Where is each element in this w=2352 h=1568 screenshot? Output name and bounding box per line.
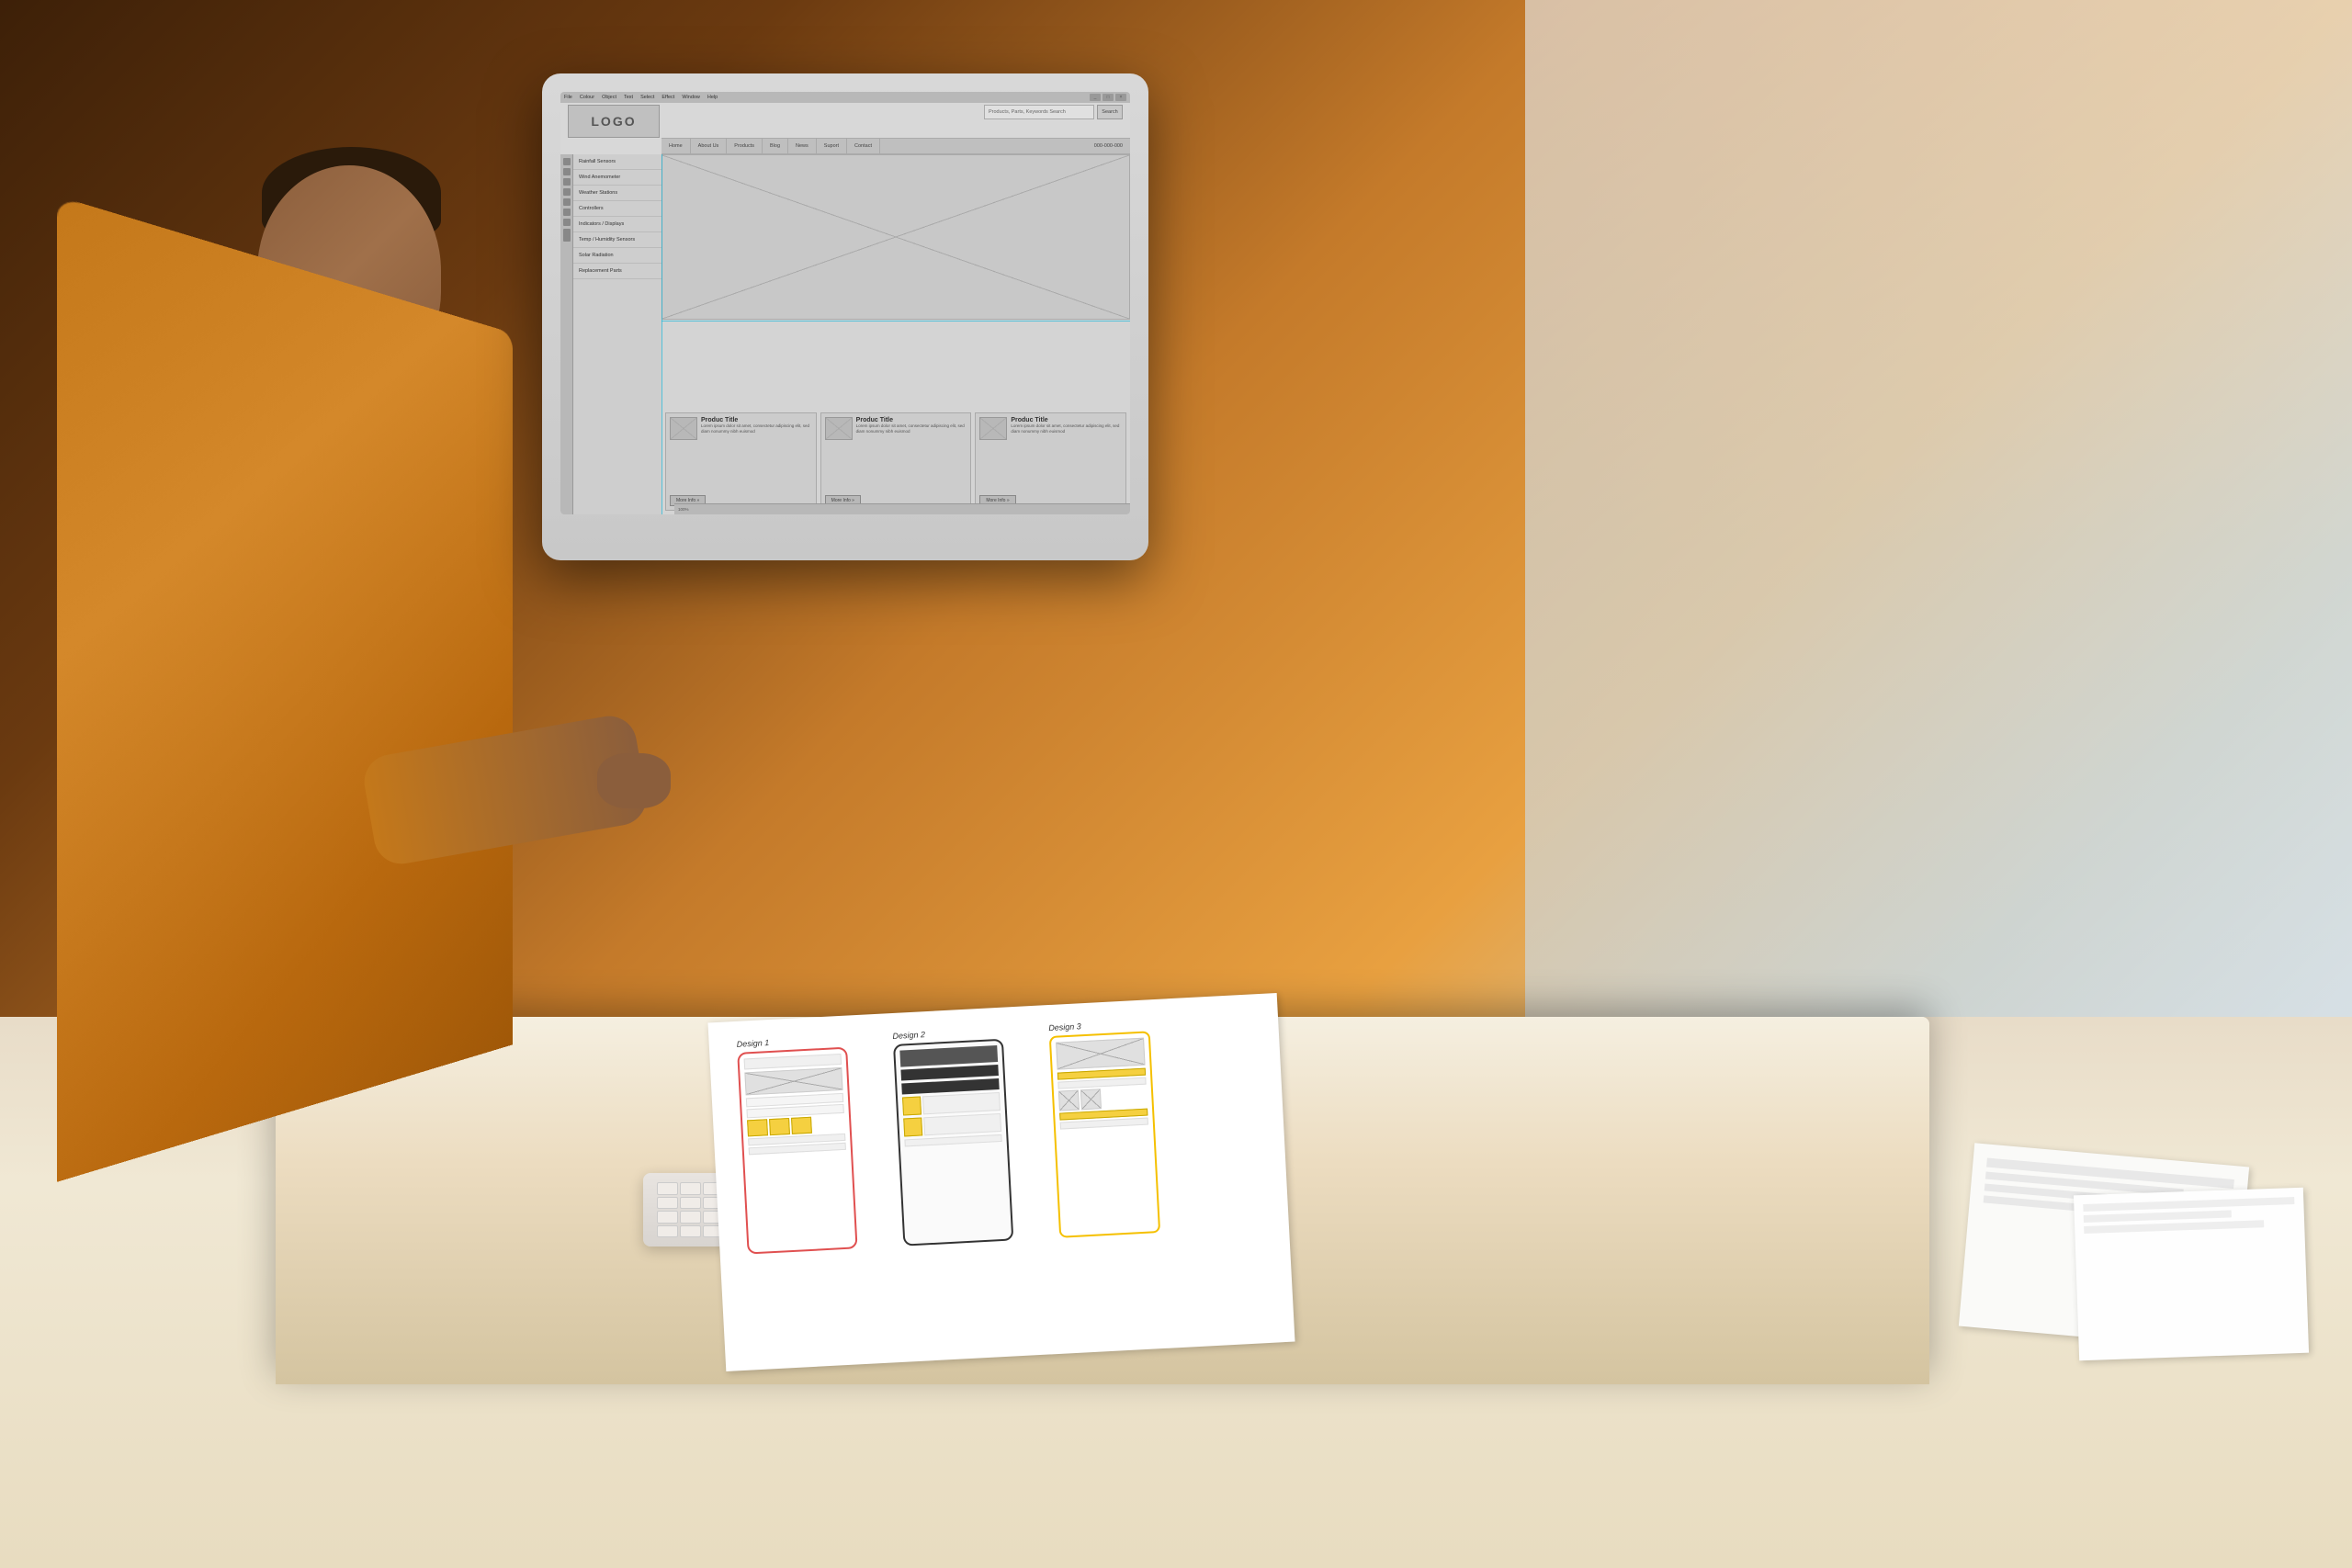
minimize-button[interactable]: _ — [1090, 94, 1101, 101]
maximize-button[interactable]: □ — [1102, 94, 1114, 101]
design-toolbar — [560, 154, 573, 514]
navigation-bar: Home About Us Products Blog News Suport … — [662, 138, 1130, 154]
toolbar-arrow-icon[interactable] — [563, 158, 571, 165]
sketch-3-phone — [1049, 1031, 1160, 1237]
imac-screen: File Colour Object Text Select Effect Wi… — [560, 92, 1130, 514]
sketch-design-3: Design 3 — [1048, 1017, 1188, 1238]
sketch-2-phone — [893, 1039, 1013, 1247]
product-3-image-x — [980, 418, 1006, 439]
person-hand — [597, 753, 671, 808]
menu-item-wind[interactable]: Wind Anemometer — [573, 170, 662, 186]
card-3-top: Produc Title Lorem ipsum dolor sit amet,… — [979, 417, 1122, 440]
person-body — [57, 196, 513, 1182]
card-2-text: Produc Title Lorem ipsum dolor sit amet,… — [856, 417, 967, 434]
product-3-desc: Lorem ipsum dolor sit amet, consectetur … — [1011, 423, 1122, 434]
sketch-design-1: Design 1 — [736, 1032, 894, 1255]
product-card-1: Produc Title Lorem ipsum dolor sit amet,… — [665, 412, 817, 511]
toolbar-text-icon[interactable] — [563, 178, 571, 186]
product-3-image — [979, 417, 1007, 440]
product-2-image-x — [826, 418, 852, 439]
product-1-image-x — [671, 418, 696, 439]
card-1-text: Produc Title Lorem ipsum dolor sit amet,… — [701, 417, 812, 434]
nav-about[interactable]: About Us — [691, 139, 728, 153]
sketch-3-label: Design 3 — [1048, 1017, 1177, 1032]
nav-support[interactable]: Suport — [817, 139, 847, 153]
sketch-1-label: Design 1 — [736, 1032, 883, 1049]
small-paper-2 — [2074, 1188, 2309, 1361]
menu-text[interactable]: Text — [624, 95, 633, 100]
menu-help[interactable]: Help — [707, 95, 718, 100]
sketch-2-label: Design 2 — [892, 1024, 1039, 1041]
screen-content: File Colour Object Text Select Effect Wi… — [560, 92, 1130, 514]
window-controls: _ □ × — [1090, 94, 1126, 101]
menu-item-rainfall[interactable]: Rainfall Sensors — [573, 154, 662, 170]
menu-file[interactable]: File — [564, 95, 572, 100]
website-logo: LOGO — [568, 105, 660, 138]
product-card-3: Produc Title Lorem ipsum dolor sit amet,… — [975, 412, 1126, 511]
sketch-design-2: Design 2 — [892, 1024, 1050, 1247]
product-2-image — [825, 417, 853, 440]
main-content: Produc Title Lorem ipsum dolor sit amet,… — [662, 154, 1130, 514]
nav-blog[interactable]: Blog — [763, 139, 788, 153]
app-menubar: File Colour Object Text Select Effect Wi… — [560, 92, 1130, 103]
product-1-title: Produc Title — [701, 417, 812, 423]
product-1-desc: Lorem ipsum dolor sit amet, consectetur … — [701, 423, 812, 434]
product-card-2: Produc Title Lorem ipsum dolor sit amet,… — [820, 412, 972, 511]
menu-item-indicators[interactable]: Indicators / Displays — [573, 217, 662, 232]
nav-products[interactable]: Products — [727, 139, 763, 153]
product-1-image — [670, 417, 697, 440]
design-sketches-paper: Design 1 Design 2 — [707, 993, 1295, 1371]
product-2-title: Produc Title — [856, 417, 967, 423]
status-text: 100% — [678, 507, 689, 512]
product-2-desc: Lorem ipsum dolor sit amet, consectetur … — [856, 423, 967, 434]
menu-item-solar[interactable]: Solar Radiation — [573, 248, 662, 264]
hero-image-placeholder — [662, 154, 1130, 320]
card-2-top: Produc Title Lorem ipsum dolor sit amet,… — [825, 417, 967, 440]
card-1-top: Produc Title Lorem ipsum dolor sit amet,… — [670, 417, 812, 440]
sketch-1-phone — [737, 1047, 857, 1255]
toolbar-pen-icon[interactable] — [563, 168, 571, 175]
menu-window[interactable]: Window — [682, 95, 700, 100]
menu-colour[interactable]: Colour — [580, 95, 594, 100]
menu-item-replacement[interactable]: Replacement Parts — [573, 264, 662, 279]
status-bar: 100% — [674, 503, 1130, 514]
menu-item-weather-stations[interactable]: Weather Stations — [573, 186, 662, 201]
phone-number: 000-000-000 — [1087, 143, 1130, 149]
close-button[interactable]: × — [1115, 94, 1126, 101]
toolbar-color-swatch[interactable] — [563, 229, 571, 242]
nav-home[interactable]: Home — [662, 139, 691, 153]
menu-item-controllers[interactable]: Controllers — [573, 201, 662, 217]
image-placeholder-x — [662, 155, 1129, 319]
sketch-area: Design 1 Design 2 — [736, 1013, 1266, 1343]
card-3-text: Produc Title Lorem ipsum dolor sit amet,… — [1011, 417, 1122, 434]
menu-item-humidity[interactable]: Temp / Humidity Sensors — [573, 232, 662, 248]
products-row: Produc Title Lorem ipsum dolor sit amet,… — [662, 409, 1130, 514]
window-light — [1525, 0, 2352, 1102]
toolbar-gradient-icon[interactable] — [563, 209, 571, 216]
nav-contact[interactable]: Contact — [847, 139, 880, 153]
nav-news[interactable]: News — [788, 139, 817, 153]
toolbar-eyedropper-icon[interactable] — [563, 219, 571, 226]
sidebar-menu: Rainfall Sensors Wind Anemometer Weather… — [573, 154, 662, 514]
menu-effect[interactable]: Effect — [662, 95, 674, 100]
menu-select[interactable]: Select — [640, 95, 654, 100]
toolbar-shape-icon[interactable] — [563, 188, 571, 196]
search-button[interactable]: Search — [1097, 105, 1123, 119]
search-area: Products, Parts, Keywords Search Search — [984, 105, 1123, 119]
menu-object[interactable]: Object — [602, 95, 616, 100]
search-input[interactable]: Products, Parts, Keywords Search — [984, 105, 1094, 119]
toolbar-zoom-icon[interactable] — [563, 198, 571, 206]
product-3-title: Produc Title — [1011, 417, 1122, 423]
